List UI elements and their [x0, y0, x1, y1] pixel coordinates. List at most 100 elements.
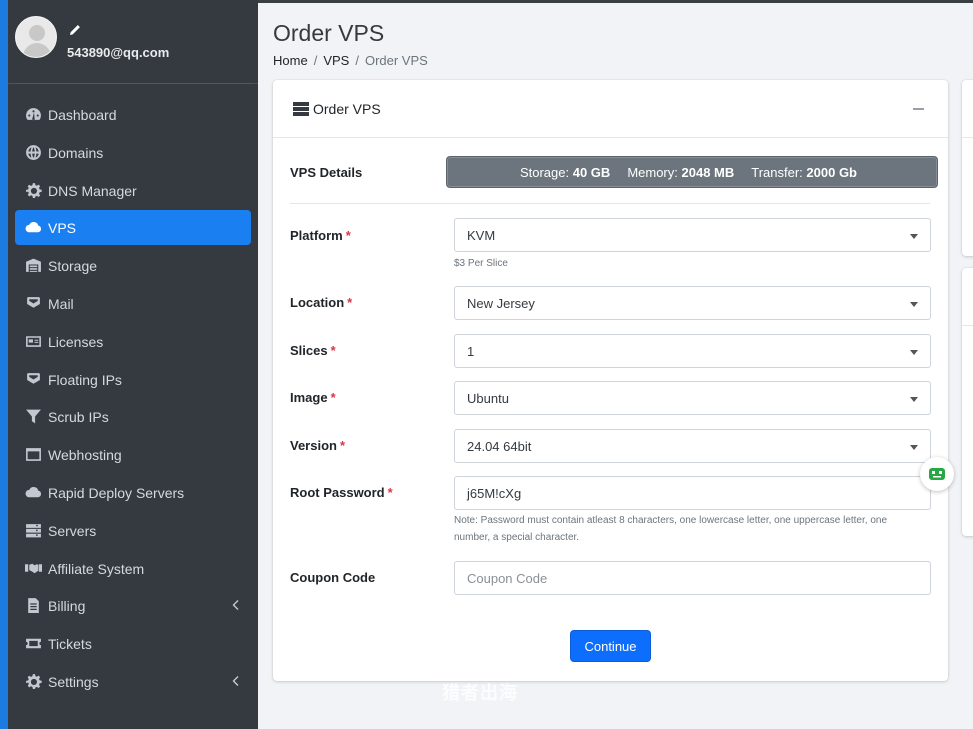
server-icon [24, 522, 42, 540]
coupon-code-placeholder: Coupon Code [467, 570, 548, 586]
file-invoice-icon [24, 597, 42, 615]
sidebar-item-licenses[interactable]: Licenses [15, 324, 251, 359]
sidebar-item-vps[interactable]: VPS [15, 210, 251, 245]
sidebar-item-label: Mail [48, 295, 74, 312]
tachometer-icon [24, 106, 42, 124]
caret-down-icon [910, 397, 918, 402]
platform-select[interactable]: KVM [454, 218, 931, 252]
page-title: Order VPS [273, 20, 385, 46]
image-value: Ubuntu [467, 390, 509, 406]
sidebar-item-webhosting[interactable]: Webhosting [15, 437, 251, 472]
sidebar-item-dashboard[interactable]: Dashboard [15, 97, 251, 132]
chat-bot-button[interactable] [920, 457, 954, 491]
continue-button[interactable]: Continue [570, 630, 651, 662]
breadcrumb-vps[interactable]: VPS [323, 53, 349, 68]
platform-value: KVM [467, 227, 496, 243]
chevron-left-icon [231, 598, 239, 612]
sidebar-item-affiliate-system[interactable]: Affiliate System [15, 551, 251, 586]
globe-icon [24, 144, 42, 162]
sidebar-item-label: Billing [48, 597, 86, 614]
transfer-detail: Transfer: 2000 Gb [751, 164, 857, 180]
avatar[interactable] [15, 16, 57, 58]
sidebar-item-mail[interactable]: Mail [15, 286, 251, 321]
vps-details-label: VPS Details [290, 165, 363, 180]
sidebar-item-label: Floating IPs [48, 371, 122, 388]
sidebar-item-dns-manager[interactable]: DNS Manager [15, 173, 251, 208]
slices-label: Slices * [290, 343, 336, 358]
side-card-top [962, 80, 973, 256]
order-vps-card: Order VPS VPS Details Storage: 40 GB Mem… [273, 80, 948, 681]
image-select[interactable]: Ubuntu [454, 381, 931, 415]
gear-icon [24, 673, 42, 691]
breadcrumb-home[interactable]: Home [273, 53, 308, 68]
coupon-code-label: Coupon Code [290, 570, 376, 585]
version-value: 24.04 64bit [467, 438, 532, 454]
envelope-open-icon [24, 371, 42, 389]
filter-icon [24, 408, 42, 426]
sidebar-item-servers[interactable]: Servers [15, 513, 251, 548]
sidebar-item-label: Scrub IPs [48, 408, 109, 425]
image-label: Image * [290, 390, 336, 405]
sidebar-item-settings[interactable]: Settings [15, 664, 251, 699]
sidebar-item-floating-ips[interactable]: Floating IPs [15, 362, 251, 397]
sidebar-item-label: Settings [48, 673, 99, 690]
sidebar-item-domains[interactable]: Domains [15, 135, 251, 170]
window-icon [24, 446, 42, 464]
breadcrumb-current: Order VPS [364, 53, 428, 68]
root-password-input[interactable]: j65M!cXg [454, 476, 931, 510]
cloud-icon [24, 219, 42, 237]
sidebar-item-storage[interactable]: Storage [15, 248, 251, 283]
storage-detail: Storage: 40 GB [519, 164, 611, 180]
platform-label: Platform * [290, 228, 351, 243]
caret-down-icon [910, 302, 918, 307]
minus-icon[interactable] [913, 108, 924, 110]
slices-select[interactable]: 1 [454, 334, 931, 368]
watermark: 猎者出海 [442, 683, 518, 703]
sidebar-item-label: Tickets [48, 635, 92, 652]
card-title: Order VPS [313, 101, 381, 117]
root-password-value: j65M!cXg [467, 485, 522, 501]
sidebar-item-rapid-deploy-servers[interactable]: Rapid Deploy Servers [15, 475, 251, 510]
caret-down-icon [910, 350, 918, 355]
sidebar-item-label: VPS [48, 219, 77, 236]
sidebar: 543890@qq.com Dashboard Domains DNS Mana… [8, 0, 258, 729]
handshake-icon [24, 560, 42, 578]
pencil-icon[interactable] [68, 24, 82, 38]
location-value: New Jersey [467, 295, 535, 311]
vps-details-bar: Storage: 40 GB Memory: 2048 MB Transfer:… [446, 156, 938, 188]
sidebar-item-scrub-ips[interactable]: Scrub IPs [15, 399, 251, 434]
root-password-label: Root Password * [290, 485, 393, 500]
robot-icon [929, 468, 945, 480]
side-card-bottom [962, 268, 973, 536]
breadcrumb: Home / VPS / Order VPS [273, 53, 428, 68]
card-header: Order VPS [273, 80, 948, 138]
sidebar-item-label: Servers [48, 522, 97, 539]
slices-value: 1 [467, 343, 475, 359]
sidebar-item-billing[interactable]: Billing [15, 588, 251, 623]
sidebar-item-label: Affiliate System [48, 560, 145, 577]
id-card-icon [24, 333, 42, 351]
caret-down-icon [910, 445, 918, 450]
breadcrumb-separator: / [355, 53, 359, 68]
sidebar-item-tickets[interactable]: Tickets [15, 626, 251, 661]
sidebar-item-label: DNS Manager [48, 182, 137, 199]
password-note: Note: Password must contain atleast 8 ch… [454, 515, 888, 543]
sidebar-item-label: Rapid Deploy Servers [48, 484, 185, 501]
user-panel: 543890@qq.com [8, 0, 258, 84]
server-icon [293, 102, 309, 116]
version-label: Version * [290, 438, 346, 453]
version-select[interactable]: 24.04 64bit [454, 429, 931, 463]
location-label: Location * [290, 295, 353, 310]
sidebar-item-label: Storage [48, 257, 98, 274]
coupon-code-input[interactable]: Coupon Code [454, 561, 931, 595]
left-accent-strip [0, 0, 8, 729]
platform-help: $3 Per Slice [454, 258, 508, 269]
ticket-icon [24, 635, 42, 653]
caret-down-icon [910, 234, 918, 239]
user-email: 543890@qq.com [67, 45, 170, 60]
sidebar-item-label: Domains [48, 144, 104, 161]
location-select[interactable]: New Jersey [454, 286, 931, 320]
divider [290, 203, 930, 204]
chevron-left-icon [231, 674, 239, 688]
gear-icon [24, 182, 42, 200]
